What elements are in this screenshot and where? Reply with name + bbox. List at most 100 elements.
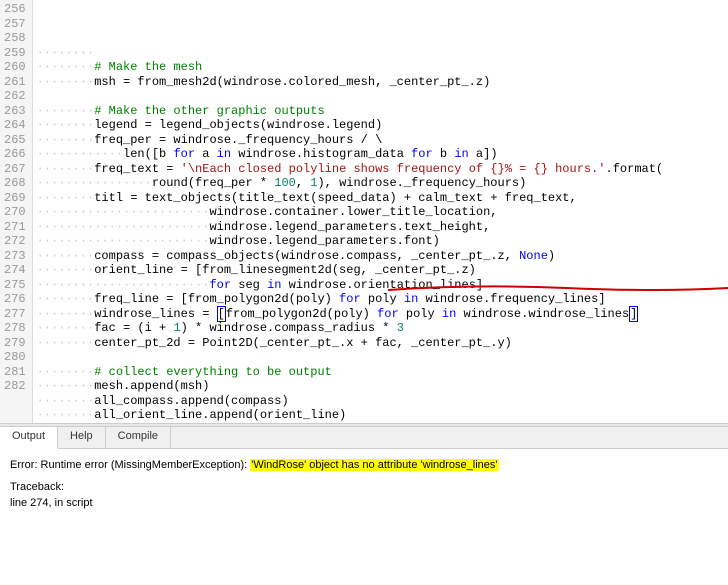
code-line[interactable]: ········# Make the mesh — [37, 60, 728, 75]
whitespace-indicator: ········ — [37, 263, 95, 277]
code-line[interactable]: ········mesh.append(msh) — [37, 379, 728, 394]
whitespace-indicator: ························ — [37, 220, 210, 234]
code-line[interactable]: ········freq_per = windrose._frequency_h… — [37, 133, 728, 148]
code-editor[interactable]: 2562572582592602612622632642652662672682… — [0, 0, 728, 423]
code-line[interactable]: ············len([b for a in windrose.his… — [37, 147, 728, 162]
tab-output[interactable]: Output — [0, 427, 58, 449]
whitespace-indicator: ········ — [37, 365, 95, 379]
whitespace-indicator: ························ — [37, 205, 210, 219]
code-line[interactable] — [37, 350, 728, 365]
whitespace-indicator: ········ — [37, 191, 95, 205]
tab-compile[interactable]: Compile — [106, 427, 171, 448]
code-token: ) — [548, 249, 555, 263]
code-token: titl = text_objects(title_text(speed_dat… — [94, 191, 576, 205]
code-line[interactable]: ········# Make the other graphic outputs — [37, 104, 728, 119]
code-line[interactable]: ········titl = text_objects(title_text(s… — [37, 191, 728, 206]
line-number: 276 — [4, 292, 26, 307]
whitespace-indicator: ········ — [37, 162, 95, 176]
line-number: 280 — [4, 350, 26, 365]
code-token: freq_text = — [94, 162, 180, 176]
code-token: round(freq_per * — [152, 176, 274, 190]
line-number: 266 — [4, 147, 26, 162]
line-number: 277 — [4, 307, 26, 322]
whitespace-indicator: ········ — [37, 104, 95, 118]
code-token: fac = (i + — [94, 321, 173, 335]
code-token: a]) — [469, 147, 498, 161]
line-number: 264 — [4, 118, 26, 133]
line-number: 272 — [4, 234, 26, 249]
output-content: Error: Runtime error (MissingMemberExcep… — [0, 449, 728, 585]
output-panel: OutputHelpCompile Error: Runtime error (… — [0, 427, 728, 585]
line-number: 279 — [4, 336, 26, 351]
code-line[interactable]: ········center_pt_2d = Point2D(_center_p… — [37, 336, 728, 351]
code-line[interactable]: ········legend = legend_objects(windrose… — [37, 118, 728, 133]
whitespace-indicator: ················ — [37, 176, 152, 190]
whitespace-indicator: ········ — [37, 75, 95, 89]
code-token: in — [217, 147, 231, 161]
code-token: mesh.append(msh) — [94, 379, 209, 393]
code-content[interactable]: ················# Make the mesh········m… — [33, 0, 728, 423]
code-token: from_polygon2d(poly) — [226, 307, 377, 321]
code-token: .format( — [606, 162, 664, 176]
line-number: 263 — [4, 104, 26, 119]
code-line[interactable]: ········freq_text = '\nEach closed polyl… — [37, 162, 728, 177]
whitespace-indicator: ········ — [37, 118, 95, 132]
line-number: 271 — [4, 220, 26, 235]
error-prefix: Error: Runtime error (MissingMemberExcep… — [10, 459, 250, 471]
line-number: 260 — [4, 60, 26, 75]
code-line[interactable]: ········all_compass.append(compass) — [37, 394, 728, 409]
code-line[interactable]: ········all_orient_line.append(orient_li… — [37, 408, 728, 423]
code-line[interactable]: ········all_freq_line.append(freq_line) — [37, 423, 728, 424]
whitespace-indicator: ························ — [37, 278, 210, 292]
code-token: windrose.legend_parameters.text_height, — [209, 220, 490, 234]
code-token: for — [411, 147, 433, 161]
code-token: windrose.orientation_lines] — [281, 278, 483, 292]
code-line[interactable]: ········compass = compass_objects(windro… — [37, 249, 728, 264]
line-number-gutter: 2562572582592602612622632642652662672682… — [0, 0, 33, 423]
code-line[interactable] — [37, 89, 728, 104]
code-line[interactable]: ························windrose.contain… — [37, 205, 728, 220]
error-message: Error: Runtime error (MissingMemberExcep… — [10, 457, 718, 473]
code-token: freq_per = windrose._frequency_hours / \ — [94, 133, 382, 147]
matched-bracket: ] — [629, 306, 638, 322]
code-token: 3 — [397, 321, 404, 335]
traceback-label: Traceback: — [10, 479, 718, 495]
code-line[interactable]: ········# collect everything to be outpu… — [37, 365, 728, 380]
code-token: 100 — [274, 176, 296, 190]
line-number: 262 — [4, 89, 26, 104]
code-token: for — [377, 307, 399, 321]
whitespace-indicator: ········ — [37, 307, 95, 321]
whitespace-indicator: ········ — [37, 423, 95, 424]
code-token: for — [339, 292, 361, 306]
code-line[interactable]: ························for seg in windr… — [37, 278, 728, 293]
code-line[interactable]: ········orient_line = [from_linesegment2… — [37, 263, 728, 278]
whitespace-indicator: ········ — [37, 379, 95, 393]
code-line[interactable]: ········ — [37, 46, 728, 61]
code-line[interactable]: ········windrose_lines = [from_polygon2d… — [37, 307, 728, 322]
code-token: , — [296, 176, 310, 190]
code-token: in — [442, 307, 456, 321]
code-token: poly — [361, 292, 404, 306]
code-token: # Make the mesh — [94, 60, 202, 74]
code-line[interactable]: ········msh = from_mesh2d(windrose.color… — [37, 75, 728, 90]
code-line[interactable]: ········freq_line = [from_polygon2d(poly… — [37, 292, 728, 307]
line-number: 256 — [4, 2, 26, 17]
code-line[interactable]: ························windrose.legend_… — [37, 220, 728, 235]
code-line[interactable]: ········fac = (i + 1) * windrose.compass… — [37, 321, 728, 336]
code-token: 1 — [173, 321, 180, 335]
code-line[interactable]: ························windrose.legend_… — [37, 234, 728, 249]
code-token: legend = legend_objects(windrose.legend) — [94, 118, 382, 132]
code-token: all_compass.append(compass) — [94, 394, 288, 408]
code-token: all_freq_line.append(freq_line) — [94, 423, 317, 424]
code-token: for — [209, 278, 231, 292]
line-number: 273 — [4, 249, 26, 264]
line-number: 270 — [4, 205, 26, 220]
error-highlight: 'WindRose' object has no attribute 'wind… — [250, 459, 498, 471]
code-token: freq_line = [from_polygon2d(poly) — [94, 292, 339, 306]
line-number: 258 — [4, 31, 26, 46]
code-line[interactable]: ················round(freq_per * 100, 1)… — [37, 176, 728, 191]
tab-help[interactable]: Help — [58, 427, 106, 448]
code-token: in — [454, 147, 468, 161]
code-token: for — [173, 147, 195, 161]
code-token: seg — [231, 278, 267, 292]
